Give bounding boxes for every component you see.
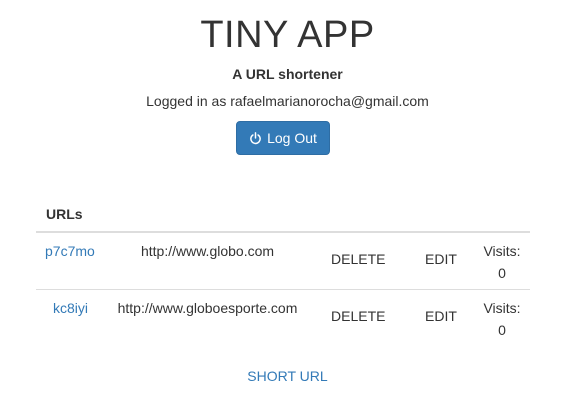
long-url: http://www.globo.com	[140, 243, 275, 259]
table-header-divider	[36, 231, 530, 233]
page-title: TINY APP	[200, 14, 375, 56]
page-subtitle: A URL shortener	[232, 66, 343, 82]
long-url: http://www.globoesporte.com	[117, 300, 298, 316]
logout-button[interactable]: Log Out	[236, 121, 330, 155]
visits-label: Visits:	[483, 300, 521, 316]
logged-in-status: Logged in as rafaelmarianorocha@gmail.co…	[146, 93, 429, 109]
urls-table-header: URLs	[46, 206, 83, 222]
visits-label: Visits:	[483, 243, 521, 259]
power-icon	[249, 131, 262, 145]
short-url-nav-link[interactable]: SHORT URL	[0, 368, 575, 384]
delete-button[interactable]: DELETE	[331, 308, 385, 324]
row-divider	[36, 289, 530, 290]
visits-count: Visits: 0	[477, 240, 527, 284]
edit-button[interactable]: EDIT	[425, 251, 457, 267]
delete-button[interactable]: DELETE	[331, 251, 385, 267]
visits-value: 0	[498, 322, 506, 338]
visits-count: Visits: 0	[477, 297, 527, 341]
short-url-link[interactable]: p7c7mo	[45, 243, 95, 259]
logout-button-label: Log Out	[267, 130, 317, 146]
short-url-link[interactable]: kc8iyi	[53, 300, 88, 316]
visits-value: 0	[498, 265, 506, 281]
edit-button[interactable]: EDIT	[425, 308, 457, 324]
